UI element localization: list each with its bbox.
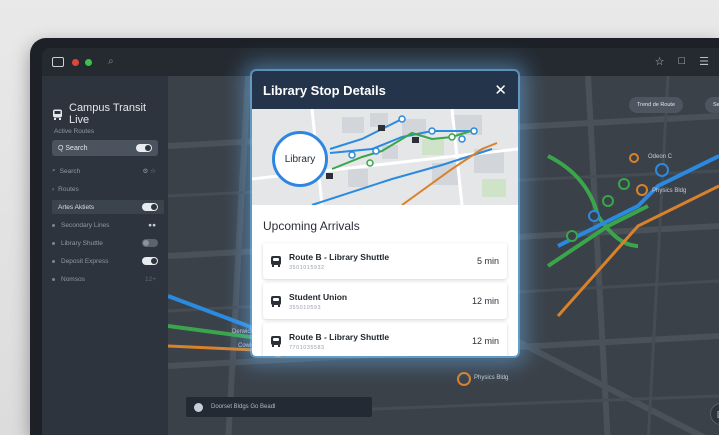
trend-route-button[interactable]: Trend de Route	[629, 97, 684, 113]
modal-map-preview[interactable]: Library	[252, 109, 518, 205]
route-toggle[interactable]	[142, 239, 158, 247]
sidebar-subheader: ⌕ Search ⚙ ☆	[52, 164, 164, 178]
app-icon	[52, 57, 64, 67]
arrival-code: 7701035583	[289, 344, 325, 351]
modal-header: Library Stop Details ✕	[252, 71, 518, 109]
stop-details-modal: Library Stop Details ✕ Library Upcoming …	[252, 71, 518, 356]
search-icon[interactable]: ⌕	[108, 55, 126, 69]
search-small-icon: ⌕	[52, 167, 56, 174]
arrivals-title: Upcoming Arrivals	[263, 219, 360, 233]
see-button[interactable]: See	[705, 97, 719, 113]
star-icon[interactable]: ☆	[655, 55, 665, 68]
bullet-icon	[52, 223, 55, 227]
sidebar-item-label: Secondary Lines	[61, 221, 110, 229]
map-label-odeon: Odeon C	[648, 154, 673, 160]
section-label: Active Routes	[54, 128, 95, 135]
dots-icon[interactable]: ●●	[148, 222, 156, 229]
app-title: Campus Transit Live	[52, 102, 168, 126]
sidebar-item-label: Library Shuttle	[61, 239, 103, 247]
arrival-code: 3501015932	[289, 264, 325, 271]
sidebar-item-label: Nomsos	[61, 275, 85, 283]
bus-icon	[52, 109, 63, 120]
map-label-derwick: Derwick	[232, 329, 254, 335]
close-icon[interactable]: ✕	[494, 83, 507, 98]
sidebar-item-label: Artes Aktiets	[58, 203, 95, 211]
sidebar-group-label: Routes	[58, 185, 79, 193]
route-toggle[interactable]	[142, 203, 158, 211]
chevron-icon: ›	[52, 185, 55, 193]
route-toggle[interactable]	[142, 257, 158, 265]
sidebar-item-0[interactable]: Artes Aktiets	[52, 200, 164, 214]
arrival-route: Student Union	[289, 291, 348, 302]
sidebar-search-label: Q Search	[58, 144, 88, 152]
red-dot-icon[interactable]	[72, 58, 79, 66]
sidebar: Campus Transit Live Active Routes Q Sear…	[42, 76, 168, 435]
arrival-route: Route B - Library Shuttle	[289, 331, 390, 342]
menu-icon[interactable]: ☰	[699, 55, 709, 68]
bookmark-icon[interactable]: □	[678, 55, 685, 68]
bullet-icon	[52, 277, 55, 281]
bus-icon	[271, 295, 281, 307]
search-toggle[interactable]	[136, 144, 152, 152]
bullet-icon	[52, 259, 55, 263]
sidebar-subheader-label: Search	[59, 167, 81, 175]
sidebar-item-2[interactable]: Library Shuttle	[52, 236, 164, 250]
bullet-icon	[52, 241, 55, 245]
bus-icon	[271, 335, 281, 347]
bottom-search-text: Doorset Bldgs Go Beadl	[211, 404, 276, 410]
arrival-row[interactable]: Route B - Library Shuttle 3501015932 5 m…	[263, 243, 507, 279]
sidebar-item-4[interactable]: Nomsos 12+	[52, 272, 164, 286]
modal-title: Library Stop Details	[263, 82, 386, 98]
green-dot-icon[interactable]	[85, 58, 92, 66]
sidebar-item-label: Deposit Express	[61, 257, 109, 265]
arrival-time: 12 min	[471, 296, 499, 306]
map-label-physics: Physics Bldg	[652, 188, 687, 194]
sidebar-group-routes[interactable]: › Routes	[52, 182, 164, 196]
arrival-code: 355010593	[289, 304, 322, 311]
arrival-row[interactable]: Route B - Library Shuttle 7701035583 12 …	[263, 323, 507, 356]
arrival-row[interactable]: Student Union 355010593 12 min	[263, 283, 507, 319]
arrival-route: Route B - Library Shuttle	[289, 251, 390, 262]
map-label-physics-bottom: Physics Bldg	[474, 375, 509, 381]
settings-icon[interactable]: ⚙ ☆	[143, 167, 156, 175]
count-badge: 12+	[144, 275, 156, 283]
location-icon	[194, 402, 203, 412]
sidebar-search[interactable]: Q Search	[52, 140, 158, 156]
sidebar-item-1[interactable]: Secondary Lines ●●	[52, 218, 164, 232]
sidebar-item-3[interactable]: Deposit Express	[52, 254, 164, 268]
library-stop-marker[interactable]: Library	[272, 131, 328, 187]
arrival-time: 12 min	[471, 336, 499, 346]
bottom-search-bar[interactable]: Doorset Bldgs Go Beadl	[186, 397, 372, 417]
bus-icon	[271, 255, 281, 267]
arrival-time: 5 min	[476, 256, 499, 266]
app-title-text: Campus Transit Live	[69, 102, 147, 126]
